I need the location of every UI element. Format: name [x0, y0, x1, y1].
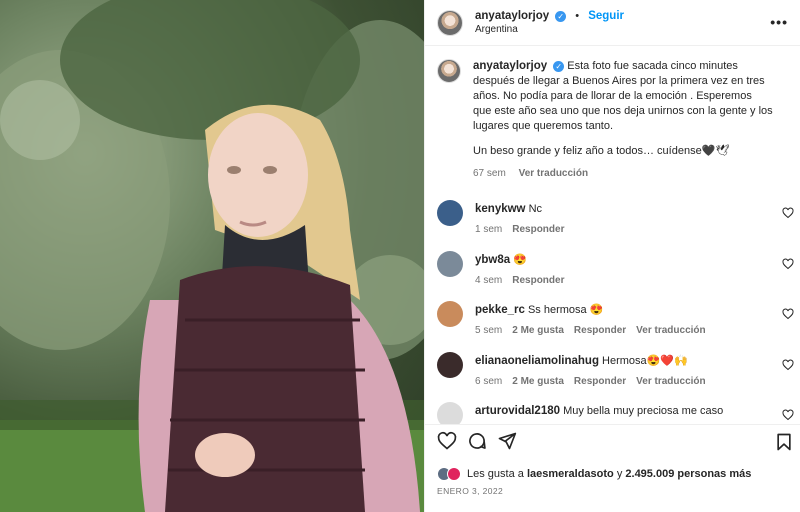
- heart-icon[interactable]: [782, 207, 794, 219]
- author-avatar[interactable]: [437, 9, 463, 36]
- heart-icon[interactable]: [782, 409, 794, 421]
- translate-link[interactable]: Ver traducción: [636, 376, 705, 387]
- more-options-icon[interactable]: •••: [770, 14, 788, 30]
- post-photo[interactable]: [0, 0, 424, 512]
- separator-dot: •: [575, 10, 580, 22]
- commenter-avatar[interactable]: [437, 402, 463, 424]
- caption-time[interactable]: 67 sem: [473, 168, 506, 179]
- commenter-avatar[interactable]: [437, 200, 463, 226]
- likes-count[interactable]: 2.495.009 personas más: [625, 468, 751, 480]
- post-header: anyataylorjoy ✓ • Seguir Argentina •••: [425, 0, 800, 46]
- author-username[interactable]: anyataylorjoy: [475, 10, 549, 22]
- instagram-post: anyataylorjoy ✓ • Seguir Argentina ••• a…: [0, 0, 800, 512]
- comment-text: Hermosa😍❤️🙌: [602, 354, 688, 367]
- comment-time[interactable]: 4 sem: [475, 275, 502, 286]
- commenter-avatar[interactable]: [437, 250, 463, 277]
- caption-text-2: Un beso grande y feliz año a todos… cuíd…: [473, 145, 730, 157]
- translate-link[interactable]: Ver traducción: [519, 168, 588, 179]
- comment-list: kenykww Nc 1 sem Responder ybw8a 😍 4 sem Resp…: [425, 195, 800, 424]
- translate-link[interactable]: Ver traducción: [636, 325, 705, 336]
- verified-badge-icon: ✓: [555, 10, 567, 22]
- comment-item: elianaoneliamolinahug Hermosa😍❤️🙌 6 sem 2 …: [425, 347, 800, 398]
- post-photo-art: [0, 0, 424, 512]
- commenter-username[interactable]: pekke_rc: [475, 304, 525, 316]
- comment-item: ybw8a 😍 4 sem Responder: [425, 246, 800, 297]
- reply-button[interactable]: Responder: [512, 224, 564, 235]
- comment-item: arturovidal2180 Muy bella muy preciosa m…: [425, 397, 800, 424]
- action-bar: [425, 424, 800, 456]
- liker-avatars: [437, 467, 461, 481]
- reply-button[interactable]: Responder: [512, 275, 564, 286]
- comment-item: pekke_rc Ss hermosa 😍 5 sem 2 Me gusta Resp…: [425, 296, 800, 347]
- comment-time[interactable]: 5 sem: [475, 325, 502, 336]
- reply-button[interactable]: Responder: [574, 376, 626, 387]
- comment-item: kenykww Nc 1 sem Responder: [425, 195, 800, 246]
- comment-text: Nc: [528, 203, 543, 215]
- post-date[interactable]: ENERO 3, 2022: [437, 486, 503, 496]
- post-location[interactable]: Argentina: [475, 24, 624, 35]
- comment-meta: 6 sem 2 Me gusta Responder Ver traducción: [475, 376, 765, 387]
- commenter-avatar[interactable]: [437, 301, 463, 327]
- comment-meta: 5 sem 2 Me gusta Responder Ver traducción: [475, 325, 765, 336]
- commenter-username[interactable]: kenykww: [475, 203, 526, 215]
- comment-text: Ss hermosa 😍: [527, 304, 604, 316]
- comment-text: Muy bella muy preciosa me caso: [563, 405, 724, 417]
- heart-icon[interactable]: [782, 258, 794, 270]
- bookmark-icon[interactable]: [774, 432, 794, 452]
- liker-username[interactable]: laesmeraldasoto: [527, 468, 614, 480]
- verified-badge-icon: ✓: [553, 60, 565, 72]
- heart-icon[interactable]: [782, 308, 794, 320]
- comment-meta: 4 sem Responder: [475, 275, 765, 286]
- author-info: anyataylorjoy ✓ • Seguir Argentina: [475, 10, 624, 35]
- heart-icon[interactable]: [437, 431, 457, 451]
- comment-time[interactable]: 1 sem: [475, 224, 502, 235]
- post-side-panel: anyataylorjoy ✓ • Seguir Argentina ••• a…: [424, 0, 800, 512]
- comments-scroll-area[interactable]: anyataylorjoy ✓ Esta foto fue sacada cin…: [425, 47, 800, 424]
- comment-likes[interactable]: 2 Me gusta: [512, 376, 564, 387]
- likes-middle: y: [616, 468, 623, 480]
- share-icon[interactable]: [497, 431, 517, 451]
- follow-button[interactable]: Seguir: [588, 10, 624, 22]
- comment-meta: 1 sem Responder: [475, 224, 765, 235]
- caption-username[interactable]: anyataylorjoy: [473, 60, 547, 72]
- comment-time[interactable]: 6 sem: [475, 376, 502, 387]
- caption-author-avatar[interactable]: [437, 59, 461, 83]
- post-caption: anyataylorjoy ✓ Esta foto fue sacada cin…: [425, 47, 800, 181]
- liker-avatar: [447, 467, 461, 481]
- commenter-avatar[interactable]: [437, 351, 463, 378]
- commenter-username[interactable]: arturovidal2180: [475, 405, 560, 417]
- comment-text: 😍: [513, 253, 527, 266]
- likes-summary: Les gusta a laesmeraldasoto y 2.495.009 …: [437, 464, 788, 484]
- commenter-username[interactable]: elianaoneliamolinahug: [475, 355, 599, 367]
- comment-icon[interactable]: [467, 431, 487, 451]
- reply-button[interactable]: Responder: [574, 325, 626, 336]
- commenter-username[interactable]: ybw8a: [475, 254, 510, 266]
- likes-prefix: Les gusta a: [467, 468, 524, 480]
- caption-meta: 67 sem Ver traducción: [473, 166, 773, 181]
- comment-likes[interactable]: 2 Me gusta: [512, 325, 564, 336]
- heart-icon[interactable]: [782, 359, 794, 371]
